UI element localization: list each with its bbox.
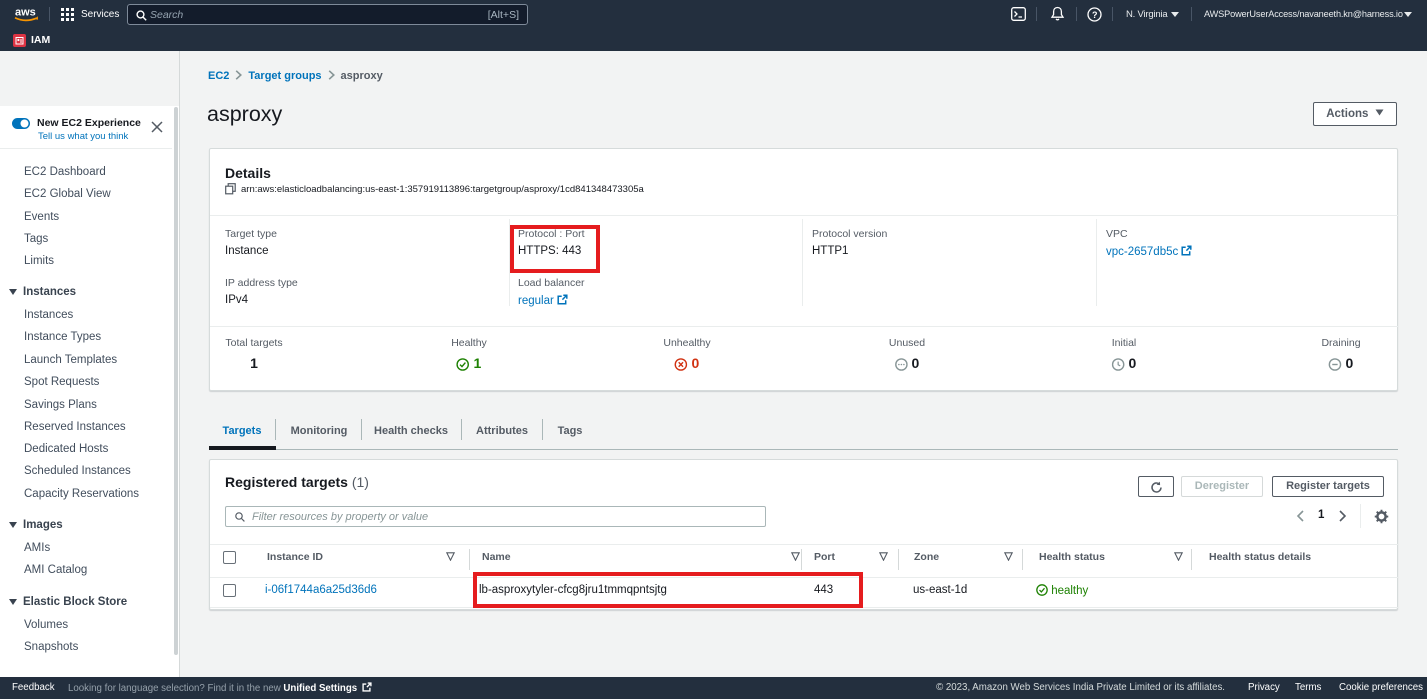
svg-text:?: ?: [1092, 10, 1098, 20]
svg-text:aws: aws: [15, 7, 36, 19]
